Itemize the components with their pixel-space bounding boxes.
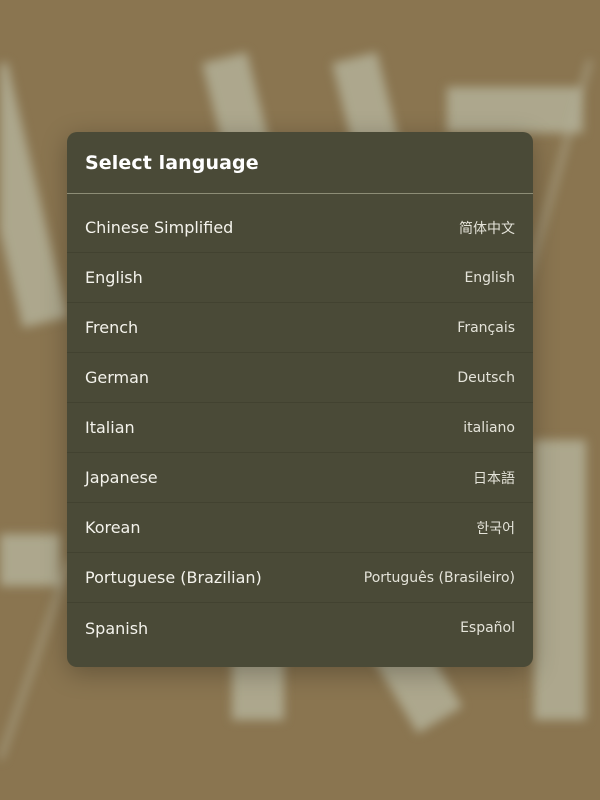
language-option-italian[interactable]: Italian italiano bbox=[67, 403, 533, 453]
language-native-name: Español bbox=[460, 620, 515, 636]
language-native-name: Português (Brasileiro) bbox=[363, 569, 515, 586]
language-native-name: 简体中文 bbox=[459, 220, 515, 237]
language-native-name: Français bbox=[457, 319, 515, 336]
language-option-portuguese-brazilian[interactable]: Portuguese (Brazilian) Português (Brasil… bbox=[67, 553, 533, 603]
dialog-header: Select language bbox=[67, 132, 533, 194]
language-native-name: English bbox=[464, 269, 515, 286]
language-name: Japanese bbox=[85, 468, 158, 487]
language-name: Portuguese (Brazilian) bbox=[85, 568, 262, 587]
language-option-french[interactable]: French Français bbox=[67, 303, 533, 353]
language-name: English bbox=[85, 268, 143, 287]
language-native-name: 日本語 bbox=[473, 470, 515, 487]
language-name: French bbox=[85, 318, 139, 337]
language-list: Chinese Simplified 简体中文 English English … bbox=[67, 203, 533, 653]
language-native-name: Deutsch bbox=[457, 369, 515, 386]
language-native-name: 한국어 bbox=[476, 520, 515, 537]
language-option-chinese-simplified[interactable]: Chinese Simplified 简体中文 bbox=[67, 203, 533, 253]
dialog-title: Select language bbox=[85, 151, 259, 174]
language-name: Chinese Simplified bbox=[85, 218, 234, 237]
language-option-korean[interactable]: Korean 한국어 bbox=[67, 503, 533, 553]
language-native-name: italiano bbox=[463, 419, 515, 436]
language-option-japanese[interactable]: Japanese 日本語 bbox=[67, 453, 533, 503]
language-name: Korean bbox=[85, 518, 141, 537]
language-option-spanish[interactable]: Spanish Español bbox=[67, 603, 533, 653]
language-select-dialog: Select language Chinese Simplified 简体中文 … bbox=[67, 132, 533, 667]
language-name: German bbox=[85, 368, 150, 387]
language-option-german[interactable]: German Deutsch bbox=[67, 353, 533, 403]
language-name: Spanish bbox=[85, 618, 149, 638]
language-option-english[interactable]: English English bbox=[67, 253, 533, 303]
language-name: Italian bbox=[85, 418, 135, 437]
